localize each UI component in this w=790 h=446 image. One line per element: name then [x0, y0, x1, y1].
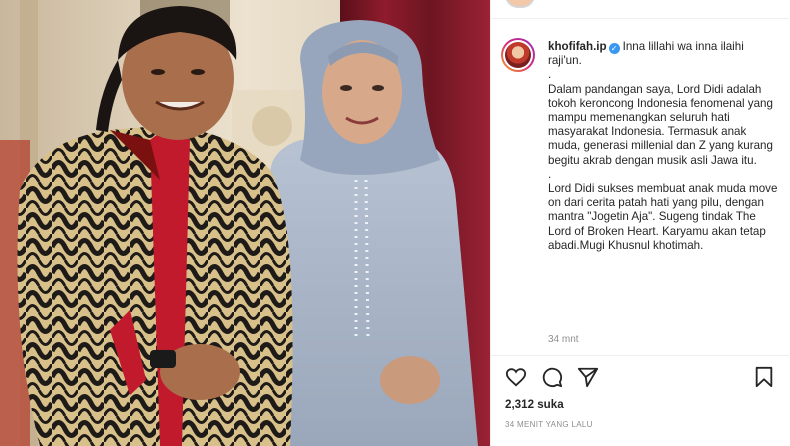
previous-avatar[interactable]	[505, 0, 535, 8]
previous-comment-strip	[491, 0, 789, 19]
share-icon[interactable]	[575, 364, 601, 390]
likes-count[interactable]: 2,312 suka	[505, 398, 564, 411]
caption-paragraph: Dalam pandangan saya, Lord Didi adalah t…	[548, 82, 773, 167]
caption-paragraph: .	[548, 167, 552, 181]
caption-timestamp: 34 mnt	[548, 334, 579, 345]
avatar-image	[505, 42, 531, 68]
post-photo[interactable]	[0, 0, 490, 446]
post-time-ago[interactable]: 34 MENIT YANG LALU	[505, 420, 593, 429]
caption-paragraph: Lord Didi sukses membuat anak muda move …	[548, 182, 778, 252]
bookmark-icon[interactable]	[751, 364, 777, 390]
post-details-panel: khofifah.ip ✓ Inna lillahi wa inna ilaihi …	[490, 0, 790, 446]
action-bar	[491, 364, 789, 394]
avatar[interactable]	[501, 38, 535, 72]
divider	[491, 355, 789, 356]
post-photo-image	[0, 0, 490, 446]
heart-icon[interactable]	[503, 364, 529, 390]
caption-text: khofifah.ip ✓ Inna lillahi wa inna ilaihi …	[548, 40, 780, 253]
comment-icon[interactable]	[539, 364, 565, 390]
username-link[interactable]: khofifah.ip	[548, 40, 607, 53]
caption-paragraph: .	[548, 68, 552, 82]
verified-badge-icon: ✓	[608, 43, 620, 54]
